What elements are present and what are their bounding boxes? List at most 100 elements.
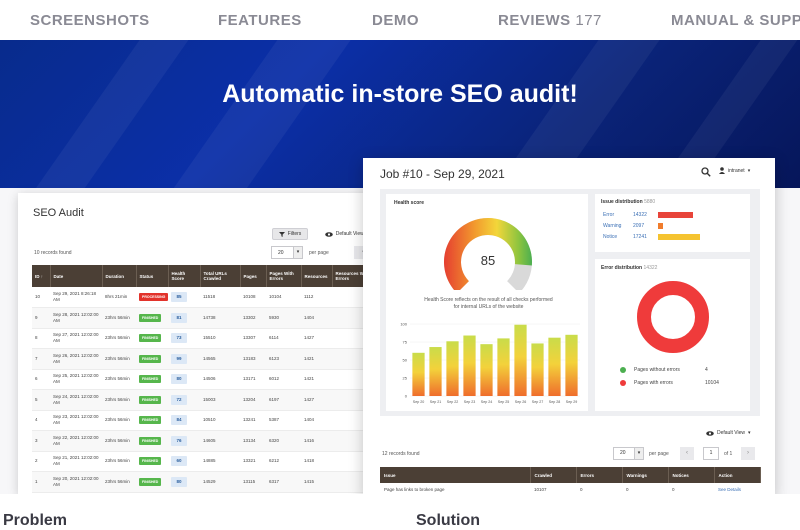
row-total-urls: 15003	[200, 389, 240, 411]
row-duration: 23hrs 56min	[102, 451, 136, 472]
x-tick-label: Sep 20	[413, 400, 424, 404]
row-status-badge: FINISHED	[139, 436, 162, 445]
reviews-count: 177	[575, 12, 602, 29]
column-header[interactable]: Notices	[668, 467, 715, 483]
user-menu[interactable]: intranet ▾	[719, 167, 750, 174]
table-row[interactable]: 4 Sep 23, 2021 12:02:00 AM 23hrs 56min FINI…	[32, 410, 378, 431]
chart-bar[interactable]	[463, 335, 476, 396]
row-health-score-badge: 72	[171, 394, 187, 405]
column-header[interactable]: Errors	[576, 467, 623, 483]
previous-page-button[interactable]: ‹	[680, 447, 694, 460]
column-header[interactable]: Health Score	[168, 265, 201, 287]
issue-count[interactable]: 2097	[633, 223, 644, 229]
chart-bar[interactable]	[446, 341, 459, 396]
table-row[interactable]: 9 Sep 28, 2021 12:02:00 AM 23hrs 56min FINI…	[32, 307, 378, 329]
column-header[interactable]: Total URLs Crawled	[200, 265, 241, 287]
next-page-button[interactable]: ›	[741, 447, 755, 460]
column-header[interactable]: Resources	[301, 265, 333, 287]
chart-bar[interactable]	[514, 324, 527, 396]
row-health-score-badge: 99	[171, 353, 187, 364]
row-status-badge: FINISHED	[139, 334, 162, 343]
row-duration: 23hrs 56min	[102, 471, 136, 493]
table-row[interactable]: 10 Sep 29, 2021 8:26:18 AM 8hrs 21min PROCE…	[32, 287, 378, 308]
filters-label: Filters	[287, 231, 302, 237]
table-row[interactable]: 1 Sep 20, 2021 12:02:00 AM 23hrs 56min FINI…	[32, 471, 378, 493]
column-header[interactable]: Action	[714, 467, 761, 483]
row-date: Sep 28, 2021 12:02:00 AM	[50, 307, 102, 329]
row-id: 2	[32, 451, 50, 472]
x-tick-label: Sep 21	[430, 400, 441, 404]
solution-heading: Solution	[416, 512, 480, 529]
column-header[interactable]: Pages With Errors	[266, 265, 302, 287]
per-page-value: 20	[620, 450, 626, 456]
filters-button[interactable]: Filters	[272, 228, 308, 240]
chart-bar[interactable]	[429, 347, 442, 396]
health-score-panel: Health score 85 Health Score reflects on…	[386, 194, 588, 411]
issue-bar	[658, 211, 693, 218]
column-header[interactable]: Warnings	[622, 467, 669, 483]
row-date: Sep 22, 2021 12:02:00 AM	[50, 430, 102, 452]
dashboard-panels: Health score 85 Health Score reflects on…	[380, 189, 760, 416]
search-icon[interactable]	[701, 167, 711, 177]
column-header[interactable]: Crawled	[530, 467, 577, 483]
x-tick-label: Sep 28	[549, 400, 560, 404]
page-number-input[interactable]: 1	[703, 447, 719, 460]
issue-bar	[658, 222, 664, 229]
row-pages-with-errors: 6123	[266, 348, 301, 370]
issue-label: Notice	[603, 234, 618, 240]
table-row[interactable]: 8 Sep 27, 2021 12:02:00 AM 23hrs 56min FINI…	[32, 328, 378, 349]
column-header[interactable]: Status	[136, 265, 169, 287]
row-status-badge: FINISHED	[139, 375, 162, 384]
seo-audit-card: SEO Audit Filters Default View ▾ 10 reco…	[18, 193, 378, 495]
chart-bar[interactable]	[412, 352, 425, 396]
row-id: 6	[32, 369, 50, 390]
nav-screenshots[interactable]: SCREENSHOTS	[30, 12, 150, 29]
eye-icon	[324, 231, 333, 237]
per-page-select[interactable]: 20 ▾	[271, 246, 303, 259]
chart-bar[interactable]	[480, 344, 493, 396]
row-pages-with-errors: 6114	[266, 328, 301, 349]
column-header[interactable]: Duration	[102, 265, 137, 287]
chart-bar[interactable]	[548, 337, 561, 396]
row-status-badge: PROCESSING	[139, 293, 169, 301]
user-name: intranet	[728, 167, 745, 174]
row-id: 10	[32, 287, 50, 308]
row-id: 5	[32, 389, 50, 411]
row-pages: 13302	[240, 307, 266, 329]
default-view-button[interactable]: Default View ▾	[706, 430, 751, 436]
x-tick-label: Sep 22	[447, 400, 458, 404]
nav-features[interactable]: FEATURES	[218, 12, 302, 29]
column-header[interactable]: ID ↑	[32, 265, 51, 287]
row-status-badge: FINISHED	[139, 313, 162, 322]
column-header[interactable]: Issue	[380, 467, 531, 483]
row-total-urls: 14738	[200, 307, 240, 329]
filter-icon	[278, 231, 285, 237]
row-status-badge: FINISHED	[139, 395, 162, 404]
table-row[interactable]: 7 Sep 26, 2021 12:02:00 AM 23hrs 56min FINI…	[32, 348, 378, 370]
chart-bar[interactable]	[497, 338, 510, 396]
per-page-label: per page	[649, 451, 669, 457]
table-row[interactable]: 2 Sep 21, 2021 12:02:00 AM 23hrs 56min FINI…	[32, 451, 378, 472]
x-tick-label: Sep 23	[464, 400, 475, 404]
health-score-gauge: 85	[444, 218, 532, 290]
chevron-down-icon: ▾	[747, 430, 751, 436]
nav-demo[interactable]: DEMO	[372, 12, 419, 29]
row-health-score-badge: 84	[171, 415, 187, 426]
row-pages: 13307	[240, 328, 266, 349]
chart-bar[interactable]	[531, 343, 544, 396]
issue-count[interactable]: 14322	[633, 212, 647, 218]
chart-bar[interactable]	[565, 334, 578, 396]
table-row[interactable]: 5 Sep 24, 2021 12:02:00 AM 23hrs 56min FINI…	[32, 389, 378, 411]
nav-manual-support[interactable]: MANUAL & SUPPO	[671, 12, 800, 29]
nav-reviews[interactable]: REVIEWS 177	[498, 12, 602, 29]
table-row[interactable]: 6 Sep 25, 2021 12:02:00 AM 23hrs 56min FINI…	[32, 369, 378, 390]
error-donut-chart	[637, 281, 709, 353]
column-header[interactable]: Date	[50, 265, 103, 287]
issue-count[interactable]: 17241	[633, 234, 647, 240]
table-row[interactable]: 3 Sep 22, 2021 12:02:00 AM 23hrs 56min FINI…	[32, 430, 378, 452]
column-header[interactable]: Pages	[240, 265, 267, 287]
row-health-score: 80	[168, 369, 200, 390]
legend-pages-without-errors: Pages without errors	[620, 367, 680, 373]
per-page-select[interactable]: 20 ▾	[613, 447, 644, 460]
row-status: FINISHED	[136, 410, 168, 431]
